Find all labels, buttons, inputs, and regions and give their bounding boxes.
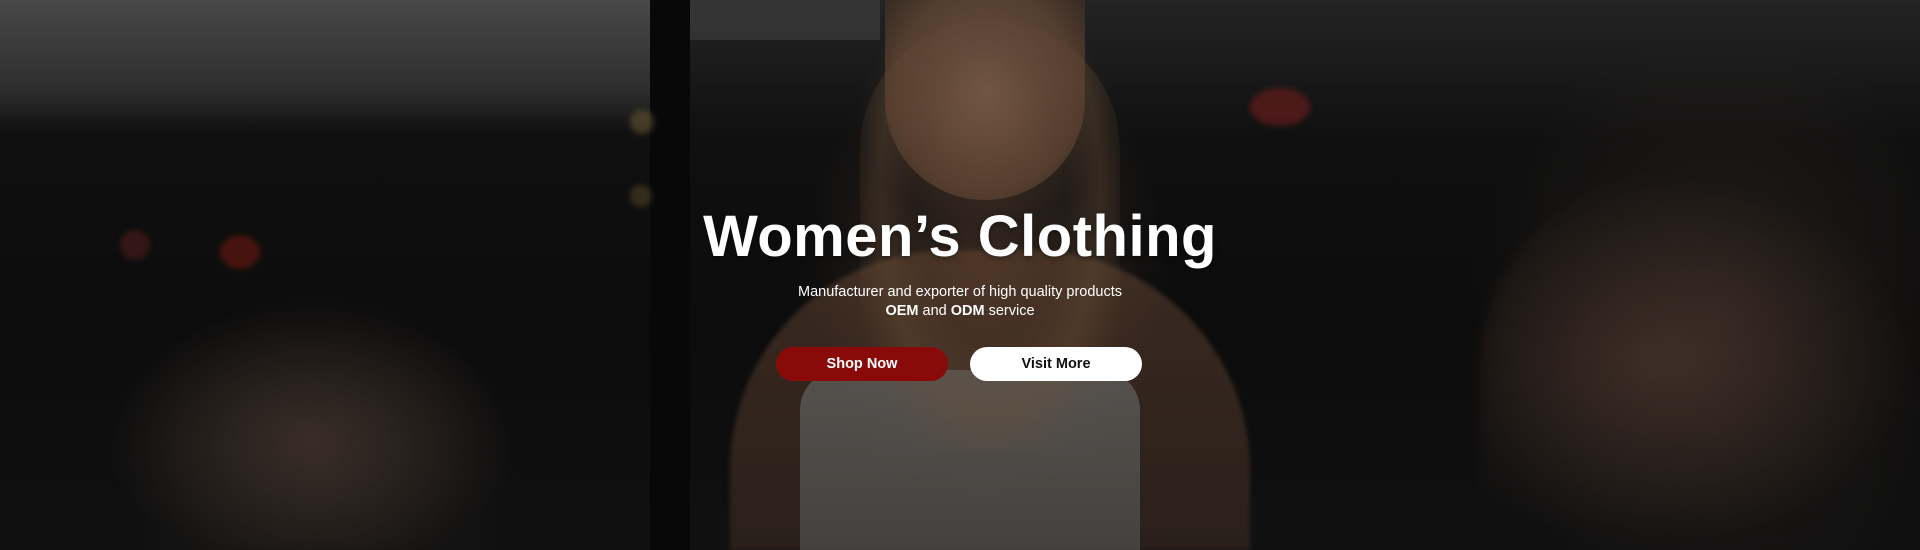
and-text: and <box>922 303 947 319</box>
shop-now-button[interactable]: Shop Now <box>776 347 948 381</box>
hero-banner: Women’s Clothing Manufacturer and export… <box>0 0 1920 550</box>
hero-subtitle-line-1: Manufacturer and exporter of high qualit… <box>797 284 1123 300</box>
oem-label: OEM <box>885 303 919 319</box>
hero-subtitle: Manufacturer and exporter of high qualit… <box>0 283 1920 321</box>
hero-title: Women’s Clothing <box>703 204 1217 269</box>
visit-more-button[interactable]: Visit More <box>970 347 1142 381</box>
hero-dark-overlay <box>0 0 1920 550</box>
odm-label: ODM <box>950 303 985 319</box>
service-text: service <box>988 303 1035 319</box>
hero-subtitle-line-2: OEM and ODM service <box>0 302 1920 321</box>
